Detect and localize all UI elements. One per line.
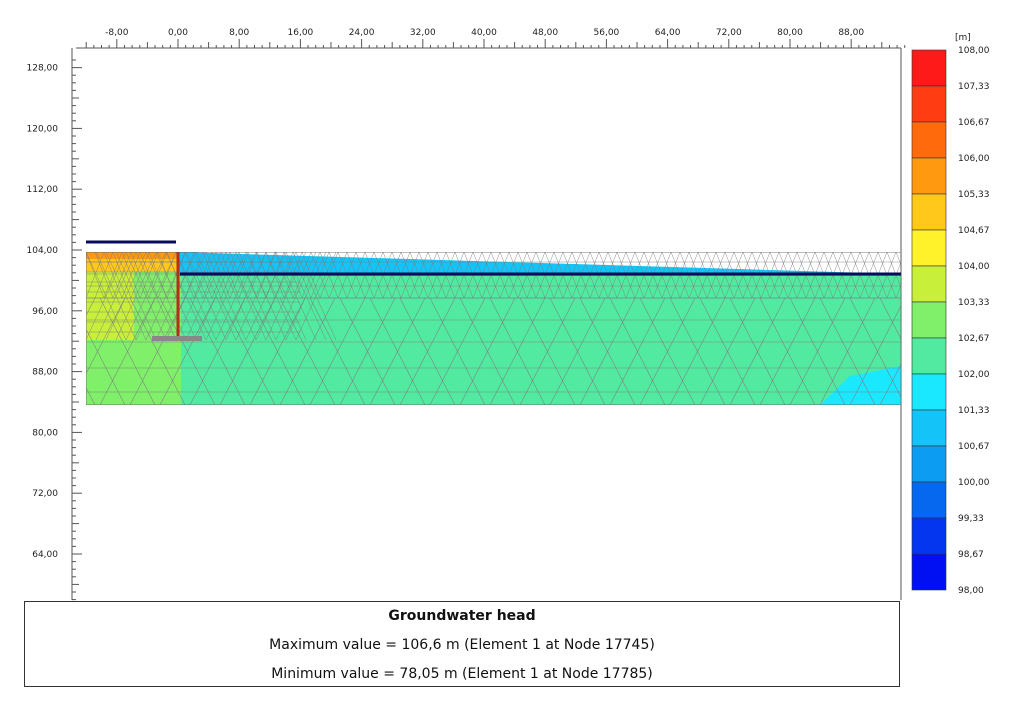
y-tick-label: 64,00 [32,550,58,560]
anchor-plate [152,336,202,341]
legend-level-label: 106,67 [958,118,990,128]
legend-level-label: 102,00 [958,370,990,380]
legend-color-cell [911,409,947,447]
x-tick-label: 64,00 [655,28,681,38]
legend-level-label: 108,00 [958,46,990,56]
y-tick-label: 128,00 [27,64,59,74]
y-axis-ticks: 128,00 120,00 112,00 104,00 96,00 88,00 80,00 7… [27,59,82,608]
x-tick-label: 24,00 [349,28,375,38]
legend-color-cell [911,445,947,483]
x-tick-label: 80,00 [777,28,803,38]
legend-level-label: 107,33 [958,82,990,92]
y-tick-label: 80,00 [32,428,58,438]
x-tick-label: 72,00 [716,28,742,38]
y-tick-label: 72,00 [32,489,58,499]
info-maximum-value: Maximum value = 106,6 m (Element 1 at No… [269,637,655,653]
legend-color-cell [911,481,947,519]
x-tick-label: 32,00 [410,28,436,38]
x-tick-label: -8,00 [105,28,129,38]
legend-color-cell [911,85,947,123]
legend-color-cell [911,49,947,87]
legend-level-label: 100,67 [958,442,990,452]
legend-color-cell [911,229,947,267]
legend-color-cell [911,265,947,303]
legend-level-label: 100,00 [958,478,990,488]
legend-level-label: 99,33 [958,514,984,524]
legend-level-label: 101,33 [958,406,990,416]
legend-color-cell [911,301,947,339]
x-tick-label: 40,00 [471,28,497,38]
legend-labels: 108,00 107,33 106,67 106,00 105,33 104,67 104,… [958,46,990,596]
info-title: Groundwater head [388,608,536,624]
y-tick-label: 112,00 [27,185,59,195]
result-info-box: Groundwater head Maximum value = 106,6 m… [24,601,900,687]
y-tick-label: 104,00 [27,246,59,256]
x-tick-label: 16,00 [288,28,314,38]
mesh-edge [940,298,995,405]
legend-level-label: 104,00 [958,262,990,272]
x-tick-label: 0,00 [168,28,188,38]
legend-level-label: 102,67 [958,334,990,344]
y-tick-label: 96,00 [32,307,58,317]
legend-level-label: 105,33 [958,190,990,200]
legend-color-cell [911,517,947,555]
legend-color-cell [911,337,947,375]
y-tick-label: 120,00 [27,124,59,134]
info-minimum-value: Minimum value = 78,05 m (Element 1 at No… [271,666,653,682]
legend-level-label: 103,33 [958,298,990,308]
legend-level-label: 98,00 [958,586,984,596]
legend-unit: [m] [955,33,971,43]
legend-color-cell [911,373,947,411]
legend-color-cell [911,193,947,231]
legend-color-cell [911,121,947,159]
legend-level-label: 106,00 [958,154,990,164]
legend-colorbar [911,49,947,591]
x-tick-label: 48,00 [532,28,558,38]
legend-color-cell [911,553,947,591]
x-tick-label: 88,00 [838,28,864,38]
mesh-edge [940,298,995,405]
x-tick-label: 8,00 [229,28,249,38]
x-axis-ticks: -8,00 0,00 8,00 16,00 24,00 32,00 40,00 48,00 56… [85,28,906,48]
legend-level-label: 104,67 [958,226,990,236]
y-tick-label: 88,00 [32,368,58,378]
x-tick-label: 56,00 [594,28,620,38]
legend-color-cell [911,157,947,195]
legend-level-label: 98,67 [958,550,984,560]
